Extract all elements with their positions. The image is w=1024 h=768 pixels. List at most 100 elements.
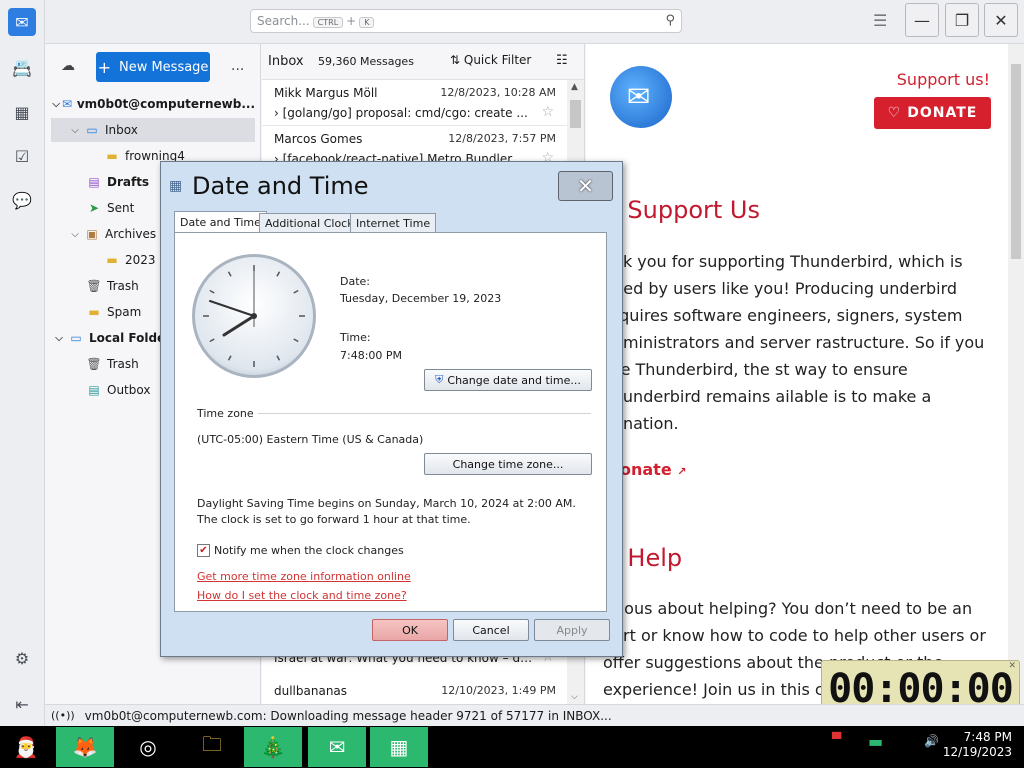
account-row[interactable]: ⌵ ✉ vm0b0t@computernewb... bbox=[51, 92, 255, 116]
system-clock[interactable]: 7:48 PM 12/19/2023 bbox=[943, 730, 1012, 760]
clock-help-link[interactable]: How do I set the clock and time zone? bbox=[197, 589, 407, 602]
donate-link[interactable]: onate ↗ bbox=[620, 460, 686, 479]
folder-icon: ▬ bbox=[106, 253, 118, 267]
thread-pane-header: Inbox 59,360 Messages ⇅ Quick Filter ☷ bbox=[262, 44, 584, 80]
start-button[interactable]: 🎅 bbox=[4, 727, 48, 767]
external-link-icon: ↗ bbox=[677, 465, 687, 478]
collapse-toolbar-icon[interactable]: ⇤ bbox=[8, 690, 36, 718]
tray-flag-icon[interactable]: ▀ bbox=[832, 732, 841, 746]
scroll-down-icon[interactable]: ⌵ bbox=[571, 692, 578, 702]
file-explorer-icon[interactable]: 🗀 bbox=[190, 727, 234, 767]
close-window-button[interactable]: ✕ bbox=[984, 3, 1018, 37]
message-row[interactable]: dullbananas 12/10/2023, 1:49 PM bbox=[262, 680, 568, 704]
tab-date-and-time[interactable]: Date and Time bbox=[174, 211, 267, 233]
message-scrollbar[interactable] bbox=[1008, 44, 1024, 704]
chevron-down-icon[interactable]: ⌵ bbox=[67, 229, 83, 240]
chevron-down-icon[interactable]: ⌵ bbox=[67, 125, 83, 136]
status-text: vm0b0t@computernewb.com: Downloading mes… bbox=[84, 708, 612, 723]
tab-internet-time[interactable]: Internet Time bbox=[350, 213, 437, 233]
date-time-taskbar-icon[interactable]: ▦ bbox=[370, 727, 428, 767]
star-icon[interactable]: ☆ bbox=[541, 104, 554, 120]
donate-button[interactable]: ♡ DONATE bbox=[874, 97, 991, 129]
account-icon: ✉ bbox=[62, 97, 73, 111]
dialog-close-button[interactable]: ✕ bbox=[558, 171, 613, 201]
cancel-button[interactable]: Cancel bbox=[453, 619, 529, 641]
status-bar: ((•)) vm0b0t@computernewb.com: Downloadi… bbox=[45, 704, 1024, 726]
ok-button[interactable]: OK bbox=[372, 619, 448, 641]
time-zone-info-link[interactable]: Get more time zone information online bbox=[197, 570, 411, 583]
scrollbar-thumb[interactable] bbox=[570, 100, 581, 128]
chevron-down-icon[interactable]: ⌵ bbox=[51, 99, 61, 110]
change-time-zone-button[interactable]: Change time zone... bbox=[424, 453, 592, 475]
search-input[interactable]: Search... CTRL + K ⚲ bbox=[250, 9, 682, 33]
date-label: Date: bbox=[340, 275, 370, 288]
time-zone-label: Time zone bbox=[197, 407, 254, 420]
chevron-down-icon[interactable]: ⌵ bbox=[51, 333, 67, 344]
heart-icon: ♡ bbox=[887, 105, 902, 121]
folder-inbox[interactable]: ⌵ ▭ Inbox bbox=[51, 118, 255, 142]
volume-icon[interactable]: 🔊 bbox=[924, 734, 939, 748]
address-book-icon[interactable]: 📇 bbox=[8, 54, 36, 82]
tab-panel: Date: Tuesday, December 19, 2023 Time: 7… bbox=[174, 232, 607, 612]
time-label: Time: bbox=[340, 331, 371, 344]
scrollbar-thumb[interactable] bbox=[1011, 64, 1021, 259]
support-text: ank you for supporting Thunderbird, whic… bbox=[603, 252, 985, 433]
folder-name: Inbox bbox=[268, 54, 304, 69]
spaces-toolbar: ✉ 📇 ▦ ☑ 💬 ⚙ ⇤ bbox=[0, 0, 45, 726]
trash-icon: 🗑 bbox=[86, 357, 102, 371]
calendar-icon[interactable]: ▦ bbox=[8, 98, 36, 126]
chrome-icon[interactable]: ◎ bbox=[128, 727, 168, 767]
scroll-up-icon[interactable]: ▲ bbox=[571, 82, 578, 92]
minimize-button[interactable]: — bbox=[905, 3, 939, 37]
thunderbird-taskbar-icon[interactable]: ✉ bbox=[308, 727, 366, 767]
top-bar: Search... CTRL + K ⚲ ☰ — ❐ ✕ bbox=[45, 0, 1024, 44]
folder-icon: ▬ bbox=[106, 149, 118, 163]
christmas-tree-icon[interactable]: 🎄 bbox=[244, 727, 302, 767]
display-options-icon[interactable]: ☷ bbox=[556, 53, 568, 68]
analog-clock bbox=[192, 254, 316, 378]
new-message-button[interactable]: + New Message bbox=[96, 52, 210, 82]
taskbar: 🎅 🦊 ◎ 🗀 🎄 ✉ ▦ 7:48 PM 12/19/2023 ▀ ▬ 🔊 bbox=[0, 726, 1024, 768]
chat-icon[interactable]: 💬 bbox=[8, 186, 36, 214]
dst-info: Daylight Saving Time begins on Sunday, M… bbox=[197, 497, 576, 526]
folder-icon: ▭ bbox=[70, 331, 82, 345]
date-value: Tuesday, December 19, 2023 bbox=[340, 292, 502, 305]
change-date-time-button[interactable]: ⛨ Change date and time... bbox=[424, 369, 592, 391]
date-time-dialog: ▦ Date and Time ✕ Date and Time Addition… bbox=[160, 161, 623, 657]
folder-pane-more-button[interactable]: ... bbox=[231, 58, 244, 74]
quick-filter-button[interactable]: ⇅ Quick Filter bbox=[450, 53, 531, 67]
trash-icon: 🗑 bbox=[86, 279, 102, 293]
search-icon[interactable]: ⚲ bbox=[665, 13, 675, 28]
dialog-title: Date and Time bbox=[192, 172, 369, 200]
app-menu-icon[interactable]: ☰ bbox=[873, 11, 887, 30]
drafts-icon: ▤ bbox=[88, 175, 100, 189]
apply-button[interactable]: Apply bbox=[534, 619, 610, 641]
tray-network-icon[interactable]: ▬ bbox=[868, 732, 883, 751]
inbox-icon: ▭ bbox=[86, 123, 98, 137]
sent-icon: ➤ bbox=[88, 201, 100, 215]
outbox-icon: ▤ bbox=[88, 383, 100, 397]
time-zone-value: (UTC-05:00) Eastern Time (US & Canada) bbox=[197, 433, 424, 446]
tasks-icon[interactable]: ☑ bbox=[8, 142, 36, 170]
support-us-link[interactable]: Support us! bbox=[897, 70, 990, 89]
notify-label: Notify me when the clock changes bbox=[214, 544, 404, 557]
shield-icon: ⛨ bbox=[435, 373, 444, 386]
close-icon[interactable]: ✕ bbox=[1008, 661, 1016, 671]
firefox-icon[interactable]: 🦊 bbox=[56, 727, 114, 767]
folder-icon: ▬ bbox=[88, 305, 100, 319]
restore-button[interactable]: ❐ bbox=[945, 3, 979, 37]
search-placeholder: Search... CTRL + K bbox=[257, 14, 377, 28]
thunderbird-logo bbox=[610, 66, 672, 128]
clock-hands bbox=[203, 265, 305, 367]
support-heading: ✿Support Us bbox=[608, 196, 760, 224]
time-value: 7:48:00 PM bbox=[340, 349, 403, 362]
date-time-icon: ▦ bbox=[169, 178, 183, 194]
archive-icon: ▣ bbox=[86, 227, 98, 241]
settings-icon[interactable]: ⚙ bbox=[8, 644, 36, 672]
mail-space-icon[interactable]: ✉ bbox=[8, 8, 36, 36]
message-row[interactable]: Mikk Margus Möll 12/8/2023, 10:28 AM › [… bbox=[262, 80, 568, 126]
filter-icon: ⇅ bbox=[450, 53, 464, 67]
get-messages-icon[interactable]: ☁ bbox=[61, 58, 75, 74]
notify-checkbox[interactable]: ✔ bbox=[197, 544, 210, 557]
activity-icon: ((•)) bbox=[51, 709, 75, 722]
